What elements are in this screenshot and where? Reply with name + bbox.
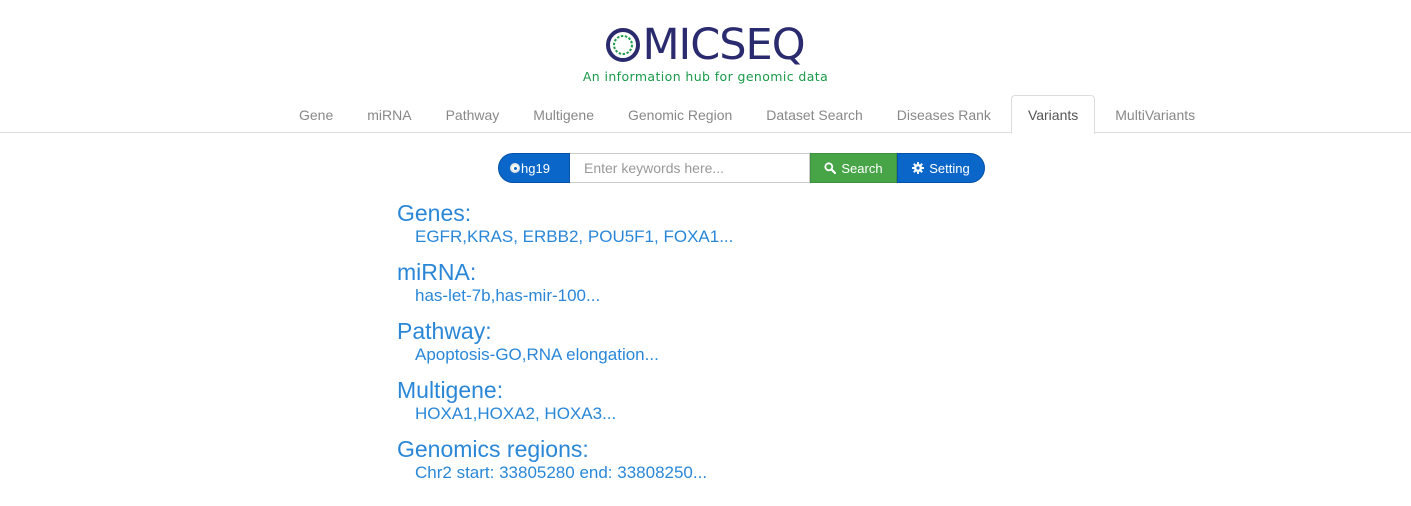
logo-text: MICSEQ bbox=[642, 20, 805, 70]
example-link[interactable]: Chr2 start: 33805280 end: 33808250... bbox=[397, 463, 733, 483]
tab-multigene[interactable]: Multigene bbox=[516, 95, 611, 133]
logo-tagline: An information hub for genomic data bbox=[582, 69, 829, 84]
example-genomic-regions: Genomics regions: Chr2 start: 33805280 e… bbox=[397, 435, 733, 494]
example-multigene: Multigene: HOXA1,HOXA2, HOXA3... bbox=[397, 376, 733, 435]
setting-button-label: Setting bbox=[929, 160, 970, 176]
logo-wordmark: MICSEQ bbox=[606, 20, 806, 70]
tab-multivariants[interactable]: MultiVariants bbox=[1098, 95, 1212, 133]
example-title: Genomics regions: bbox=[397, 436, 589, 462]
tab-dataset-search[interactable]: Dataset Search bbox=[749, 95, 880, 133]
gear-icon bbox=[912, 162, 925, 174]
omicseq-logo-circle-icon bbox=[606, 28, 641, 62]
tab-variants[interactable]: Variants bbox=[1010, 95, 1096, 134]
tab-pathway[interactable]: Pathway bbox=[429, 95, 517, 133]
search-button[interactable]: Search bbox=[810, 153, 897, 183]
logo[interactable]: MICSEQ An information hub for genomic da… bbox=[0, 22, 1411, 84]
radio-icon bbox=[510, 163, 520, 173]
example-title: Genes: bbox=[397, 200, 472, 226]
example-title: miRNA: bbox=[397, 259, 477, 285]
example-list: Genes: EGFR,KRAS, ERBB2, POU5F1, FOXA1..… bbox=[397, 199, 733, 494]
example-title: Pathway: bbox=[397, 318, 492, 344]
main-nav: Gene miRNA Pathway Multigene Genomic Reg… bbox=[0, 95, 1411, 134]
tab-mirna[interactable]: miRNA bbox=[350, 95, 428, 133]
search-bar: hg19 Search Setting bbox=[498, 153, 985, 183]
tab-diseases-rank[interactable]: Diseases Rank bbox=[880, 95, 1008, 133]
example-mirna: miRNA: has-let-7b,has-mir-100... bbox=[397, 258, 733, 317]
search-button-label: Search bbox=[841, 160, 883, 176]
example-pathway: Pathway: Apoptosis-GO,RNA elongation... bbox=[397, 317, 733, 376]
example-link[interactable]: HOXA1,HOXA2, HOXA3... bbox=[397, 404, 733, 424]
example-title: Multigene: bbox=[397, 377, 504, 403]
search-input[interactable] bbox=[570, 153, 810, 183]
tab-gene[interactable]: Gene bbox=[282, 95, 350, 133]
nav-tabs: Gene miRNA Pathway Multigene Genomic Reg… bbox=[282, 95, 1212, 134]
setting-button[interactable]: Setting bbox=[897, 153, 985, 183]
tab-genomic-region[interactable]: Genomic Region bbox=[611, 95, 749, 133]
genome-label: hg19 bbox=[521, 160, 550, 176]
genome-selector-button[interactable]: hg19 bbox=[498, 153, 570, 183]
example-link[interactable]: has-let-7b,has-mir-100... bbox=[397, 286, 733, 306]
search-icon bbox=[824, 162, 837, 174]
example-link[interactable]: EGFR,KRAS, ERBB2, POU5F1, FOXA1... bbox=[397, 227, 733, 247]
example-genes: Genes: EGFR,KRAS, ERBB2, POU5F1, FOXA1..… bbox=[397, 199, 733, 258]
example-link[interactable]: Apoptosis-GO,RNA elongation... bbox=[397, 345, 733, 365]
